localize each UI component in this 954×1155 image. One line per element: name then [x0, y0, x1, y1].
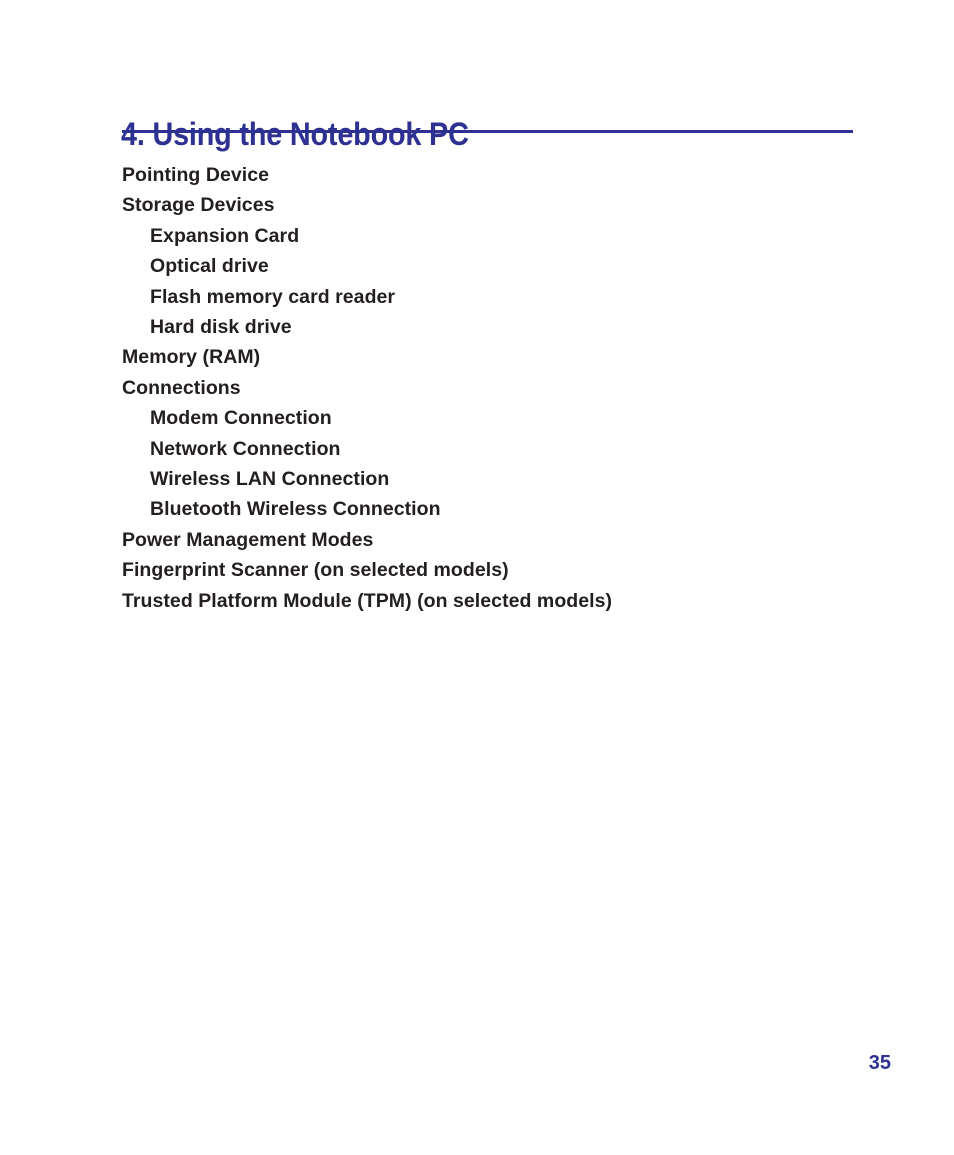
- contents-item: Optical drive: [150, 255, 269, 278]
- contents-item: Modem Connection: [150, 407, 332, 430]
- document-page: 4. Using the Notebook PC Pointing Device…: [0, 0, 954, 1155]
- contents-item: Memory (RAM): [122, 346, 261, 369]
- contents-item: Expansion Card: [150, 224, 300, 247]
- contents-item: Network Connection: [150, 437, 341, 460]
- title-divider: [122, 130, 853, 133]
- contents-item: Pointing Device: [122, 164, 270, 186]
- contents-item: Hard disk drive: [150, 316, 292, 339]
- contents-item: Connections: [122, 376, 241, 399]
- contents-item: Bluetooth Wireless Connection: [150, 498, 441, 521]
- contents-item: Trusted Platform Module (TPM) (on select…: [122, 589, 613, 612]
- chapter-contents-list: Pointing Device Storage Devices Expansion …: [122, 160, 882, 616]
- contents-item: Wireless LAN Connection: [150, 468, 390, 491]
- contents-item: Storage Devices: [122, 194, 275, 217]
- page-title: 4. Using the Notebook PC: [121, 116, 469, 153]
- contents-item: Power Management Modes: [122, 528, 374, 551]
- contents-item: Flash memory card reader: [150, 285, 396, 308]
- page-number: 35: [868, 1052, 891, 1074]
- contents-item: Fingerprint Scanner (on selected models): [122, 559, 509, 582]
